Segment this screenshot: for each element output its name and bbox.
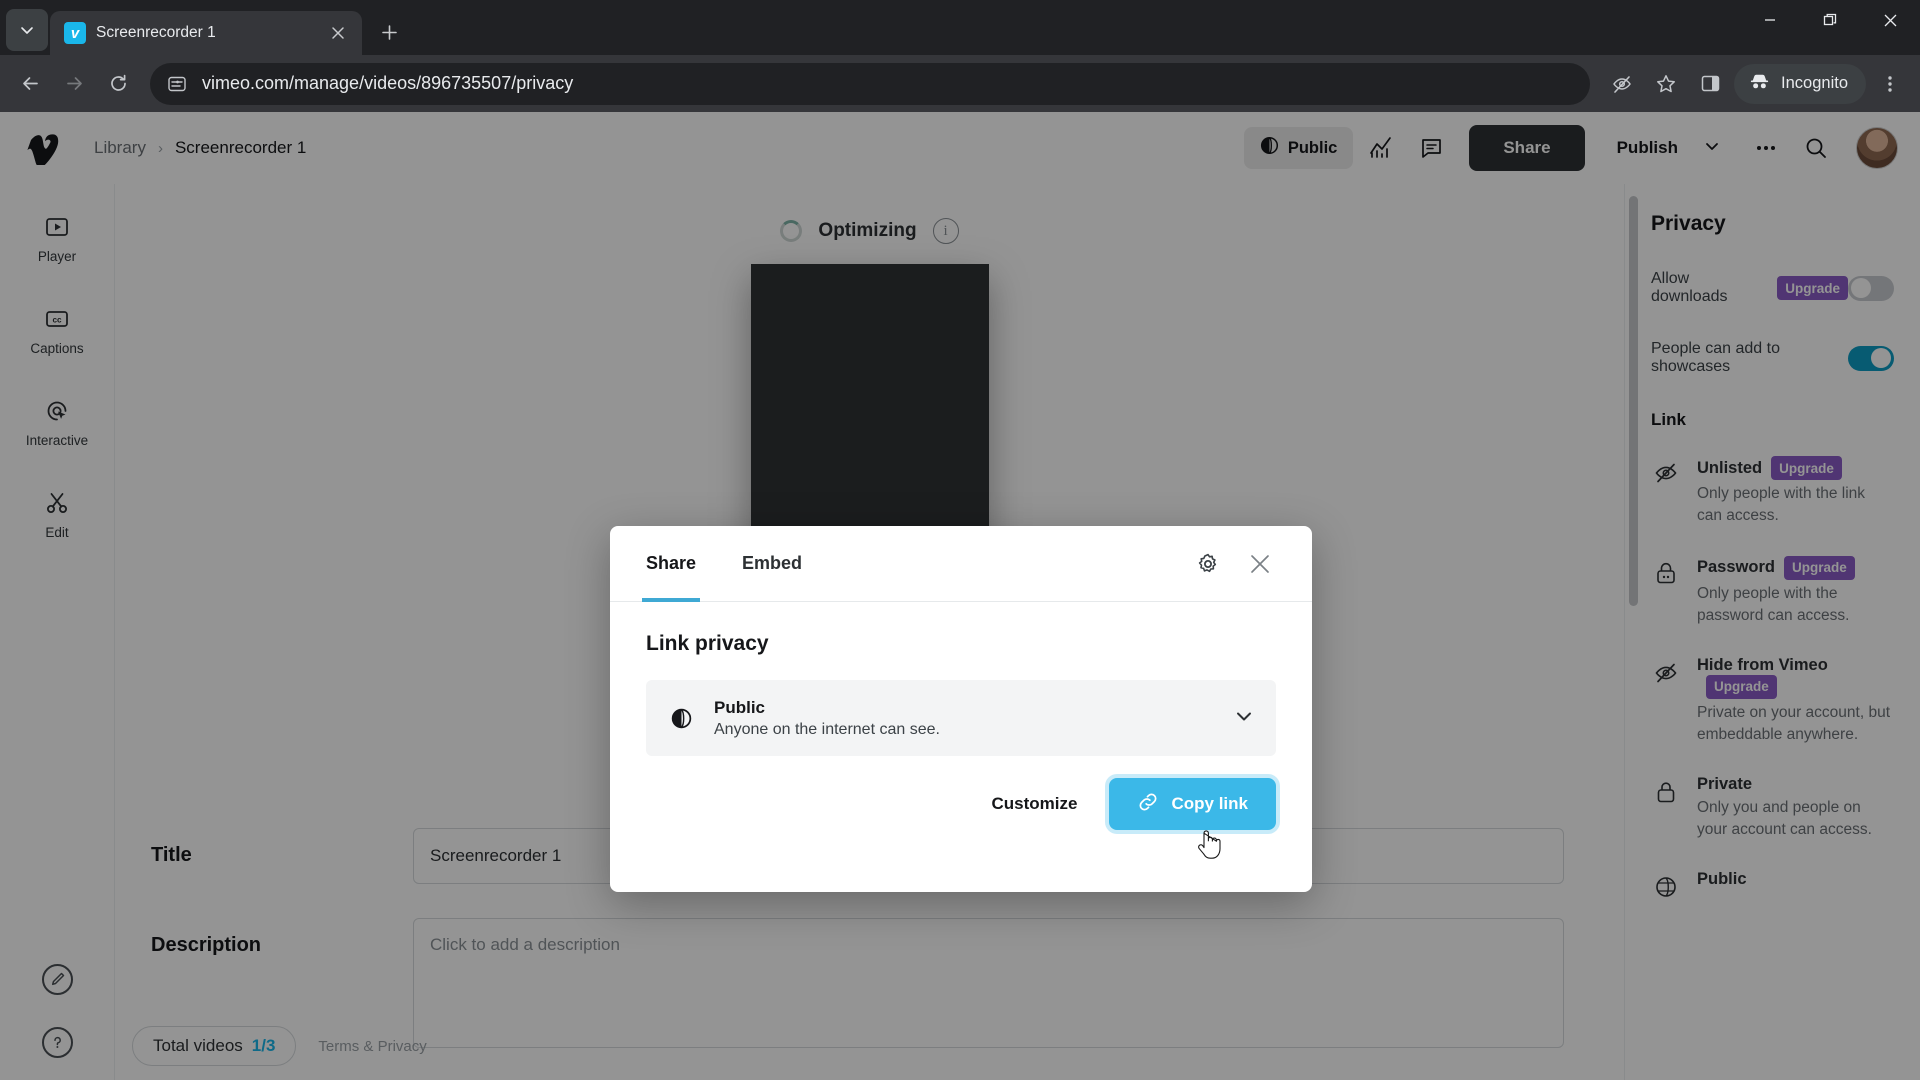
copy-link-label: Copy link [1171,794,1248,813]
link-chain-icon [1137,791,1159,818]
incognito-label: Incognito [1781,74,1848,92]
incognito-indicator[interactable]: Incognito [1734,63,1866,104]
tab-search-button[interactable] [6,9,48,51]
forward-arrow-icon[interactable] [54,64,94,104]
browser-window: v Screenrecorder 1 vimeo.com/manage/vide… [0,0,1920,1080]
url-text: vimeo.com/manage/videos/896735507/privac… [202,73,574,93]
browser-tab[interactable]: v Screenrecorder 1 [50,11,362,55]
address-bar[interactable]: vimeo.com/manage/videos/896735507/privac… [150,62,1591,105]
chevron-down-icon[interactable] [1234,706,1254,731]
modal-header: Share Embed [610,526,1312,602]
customize-button[interactable]: Customize [970,778,1100,830]
copy-link-button[interactable]: Copy link [1109,778,1276,830]
link-privacy-heading: Link privacy [646,632,769,655]
gear-icon[interactable] [1192,548,1224,580]
window-controls [1740,0,1920,55]
incognito-hat-icon [1748,70,1771,98]
vimeo-icon: v [64,22,86,44]
three-dots-vertical-icon[interactable] [1870,64,1910,104]
site-settings-icon[interactable] [166,73,188,95]
window-close-icon[interactable] [1860,0,1920,40]
tab-close-icon[interactable] [326,21,350,45]
modal-body: Link privacy Public Anyone on the intern… [610,602,1312,830]
selected-privacy-desc: Anyone on the internet can see. [714,720,940,738]
new-tab-button[interactable] [370,13,408,51]
tab-embed[interactable]: Embed [742,526,802,602]
maximize-icon[interactable] [1800,0,1860,40]
tab-share[interactable]: Share [641,526,701,602]
globe-icon [668,705,694,731]
tab-strip: v Screenrecorder 1 [0,0,1920,55]
modal-actions: Customize Copy link [646,778,1276,830]
browser-toolbar: vimeo.com/manage/videos/896735507/privac… [0,55,1920,112]
selected-privacy-title: Public [714,697,766,717]
mouse-cursor [1196,830,1222,862]
close-icon[interactable] [1244,548,1276,580]
reload-icon[interactable] [98,64,138,104]
star-icon[interactable] [1646,64,1686,104]
tab-title: Screenrecorder 1 [96,24,216,41]
minimize-icon[interactable] [1740,0,1800,40]
link-privacy-select[interactable]: Public Anyone on the internet can see. [646,680,1276,756]
back-arrow-icon[interactable] [10,64,50,104]
eye-off-icon[interactable] [1602,64,1642,104]
vimeo-page: Library › Screenrecorder 1 Public Share [0,112,1920,1080]
side-panel-icon[interactable] [1690,64,1730,104]
